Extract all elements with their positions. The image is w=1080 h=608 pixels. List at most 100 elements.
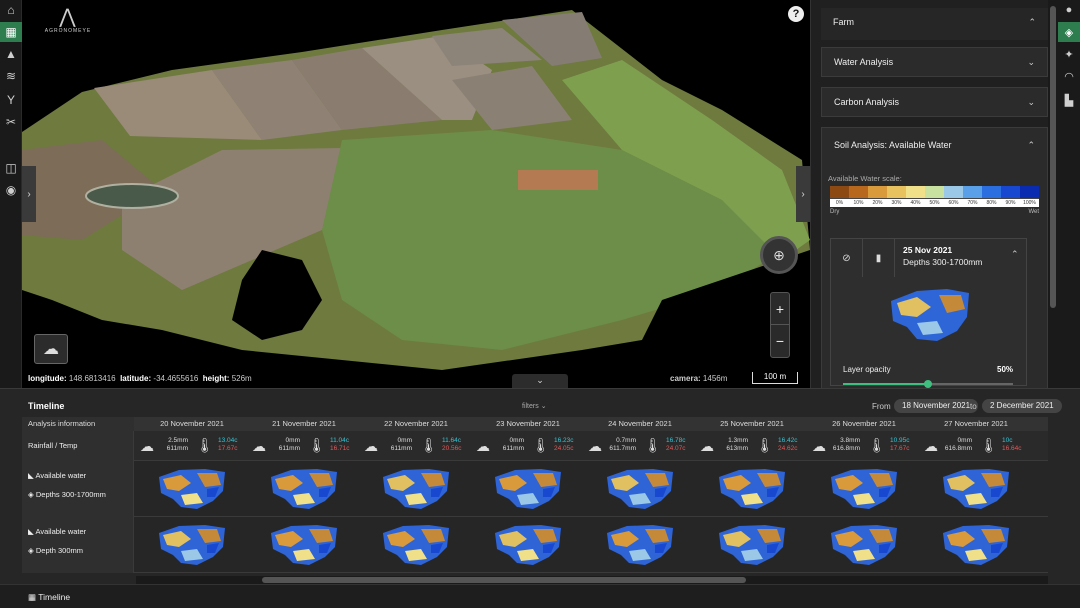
layers-icon[interactable]: ◈ — [1058, 22, 1080, 42]
rainfall-value: 0.7mm — [616, 437, 636, 444]
height-value: 526m — [231, 374, 252, 383]
soil-analysis-section: Soil Analysis: Available Water ⌃ Availabl… — [821, 127, 1048, 388]
user-icon[interactable]: ● — [1058, 0, 1080, 20]
timeline-toggle-button[interactable]: ▦ Timeline — [28, 592, 70, 603]
carbon-analysis-section[interactable]: Carbon Analysis ⌄ — [821, 87, 1048, 117]
expand-left-button[interactable]: › — [22, 166, 36, 222]
collapse-map-button[interactable]: ⌄ — [512, 374, 568, 388]
scale-swatch — [887, 186, 906, 198]
soil-map-thumbnail[interactable] — [472, 461, 584, 517]
panel-scrollbar[interactable] — [1048, 0, 1058, 388]
trash-icon: ▮ — [875, 252, 882, 264]
rainfall-row: Rainfall / Temp ☁ 2.5mm 611mm 🌡 13.04c 17.67c… — [22, 431, 1048, 461]
opacity-value: 50% — [997, 365, 1014, 374]
soil-map-thumbnail[interactable] — [920, 517, 1032, 573]
soil-map-thumbnail[interactable] — [808, 517, 920, 573]
building-icon[interactable]: ▙ — [1058, 90, 1080, 110]
weather-button[interactable]: ☁ — [34, 334, 68, 364]
map-icon[interactable]: ▦ — [0, 22, 22, 42]
soil-map-thumbnail[interactable] — [248, 517, 360, 573]
scale-tick: 0% — [830, 199, 849, 207]
signal-icon[interactable]: ◠ — [1058, 66, 1080, 86]
rain-values: 0mm 616.8mm — [942, 437, 972, 453]
map-view[interactable]: ⋀ AGRONOMEYE ? › › ⊕ + − ☁ longitude: 14… — [22, 0, 810, 388]
soil-map-thumbnail[interactable] — [696, 461, 808, 517]
plant-icon[interactable]: Y — [0, 90, 22, 110]
chart-icon: ◣ — [28, 527, 34, 536]
farm-section[interactable]: Farm ⌃ — [821, 8, 1048, 40]
date-column-header[interactable]: 27 November 2021 — [920, 417, 1032, 431]
wet-label: Wet — [1028, 209, 1039, 215]
scale-swatch — [925, 186, 944, 198]
temp-low: 16.64c — [1002, 445, 1022, 452]
soil-map-thumbnail[interactable] — [360, 461, 472, 517]
soil-map-thumbnail[interactable] — [584, 517, 696, 573]
soil-map-thumbnail[interactable] — [248, 461, 360, 517]
chevron-down-icon: ⌄ — [1027, 96, 1035, 107]
soil-map-thumbnail[interactable] — [136, 461, 248, 517]
soil-map-thumbnail[interactable] — [360, 517, 472, 573]
temp-high: 16.23c — [554, 437, 574, 444]
compare-icon[interactable]: ◫ — [0, 158, 22, 178]
layer-date: 25 Nov 2021 — [903, 245, 953, 255]
date-column-header[interactable]: 25 November 2021 — [696, 417, 808, 431]
height-label: height: — [202, 374, 230, 383]
rain-values: 0mm 611mm — [494, 437, 524, 453]
hide-layer-button[interactable]: ⊘ — [831, 239, 863, 277]
date-column-header[interactable]: 26 November 2021 — [808, 417, 920, 431]
scale-swatch — [830, 186, 849, 198]
zoom-in-button[interactable]: + — [771, 293, 789, 325]
date-column-header[interactable]: 22 November 2021 — [360, 417, 472, 431]
temp-high: 10.95c — [890, 437, 910, 444]
weather-cell: ☁ 0.7mm 611.7mm 🌡 16.78c 24.07c — [584, 431, 696, 461]
soil-map-thumbnail[interactable] — [472, 517, 584, 573]
temp-values: 13.04c 17.67c — [218, 437, 244, 453]
camera-icon[interactable]: ◉ — [0, 180, 22, 200]
opacity-slider[interactable] — [843, 380, 1013, 388]
temp-low: 16.71c — [330, 445, 350, 452]
delete-layer-button[interactable]: ▮ — [863, 239, 895, 277]
date-column-header[interactable]: 24 November 2021 — [584, 417, 696, 431]
soil-map-thumbnail[interactable] — [584, 461, 696, 517]
panel-scroll-thumb[interactable] — [1050, 6, 1056, 308]
chevron-up-icon[interactable]: ⌃ — [1011, 249, 1019, 260]
soil-map-thumbnail[interactable] — [920, 461, 1032, 517]
timeline-hscrollbar[interactable] — [136, 576, 1048, 584]
water-icon[interactable]: ≋ — [0, 66, 22, 86]
chart-icon: ◣ — [28, 471, 34, 480]
soil-map-thumbnail[interactable] — [696, 517, 808, 573]
scale-tick: 30% — [887, 199, 906, 207]
tools-icon[interactable]: ✂ — [0, 112, 22, 132]
thermometer-icon: 🌡 — [980, 437, 998, 453]
compass-button[interactable]: ⊕ — [760, 236, 798, 274]
water-analysis-section[interactable]: Water Analysis ⌄ — [821, 47, 1048, 77]
soil-map-thumbnail[interactable] — [136, 517, 248, 573]
rain-cloud-icon: ☁ — [140, 438, 154, 454]
rain-values: 3.8mm 616.8mm — [830, 437, 860, 453]
weather-cell: ☁ 0mm 616.8mm 🌡 10c 16.64c — [920, 431, 1032, 461]
weather-cell: ☁ 3.8mm 616.8mm 🌡 10.95c 17.67c — [808, 431, 920, 461]
soil-map-image — [943, 525, 1009, 565]
date-column-header[interactable]: 21 November 2021 — [248, 417, 360, 431]
soil-map-thumbnail[interactable] — [808, 461, 920, 517]
terrain-icon[interactable]: ▲ — [0, 44, 22, 64]
date-column-header[interactable]: 20 November 2021 — [136, 417, 248, 431]
layer-row-1: ◣ Available water ◈ Depths 300-1700mm — [22, 461, 1048, 517]
weather-cell: ☁ 0mm 611mm 🌡 16.23c 24.05c — [472, 431, 584, 461]
timeline-hscroll-thumb[interactable] — [262, 577, 746, 583]
soil-analysis-header[interactable]: Soil Analysis: Available Water ⌃ — [822, 128, 1047, 162]
soil-analysis-title: Soil Analysis: Available Water — [834, 140, 952, 150]
filters-button[interactable]: filters ⌄ — [522, 402, 547, 410]
from-date-picker[interactable]: 18 November 2021 — [894, 399, 979, 413]
help-button[interactable]: ? — [788, 6, 804, 22]
expand-right-button[interactable]: › — [796, 166, 810, 222]
home-icon[interactable]: ⌂ — [0, 0, 22, 20]
zoom-out-button[interactable]: − — [771, 325, 789, 357]
chevron-down-icon: ⌄ — [540, 403, 547, 410]
opacity-slider-handle[interactable] — [924, 380, 932, 388]
to-date-picker[interactable]: 2 December 2021 — [982, 399, 1062, 413]
date-column-header[interactable]: 23 November 2021 — [472, 417, 584, 431]
crosshair-icon: ⊕ — [773, 246, 785, 263]
satellite-icon[interactable]: ✦ — [1058, 44, 1080, 64]
temp-values: 16.42c 24.62c — [778, 437, 804, 453]
